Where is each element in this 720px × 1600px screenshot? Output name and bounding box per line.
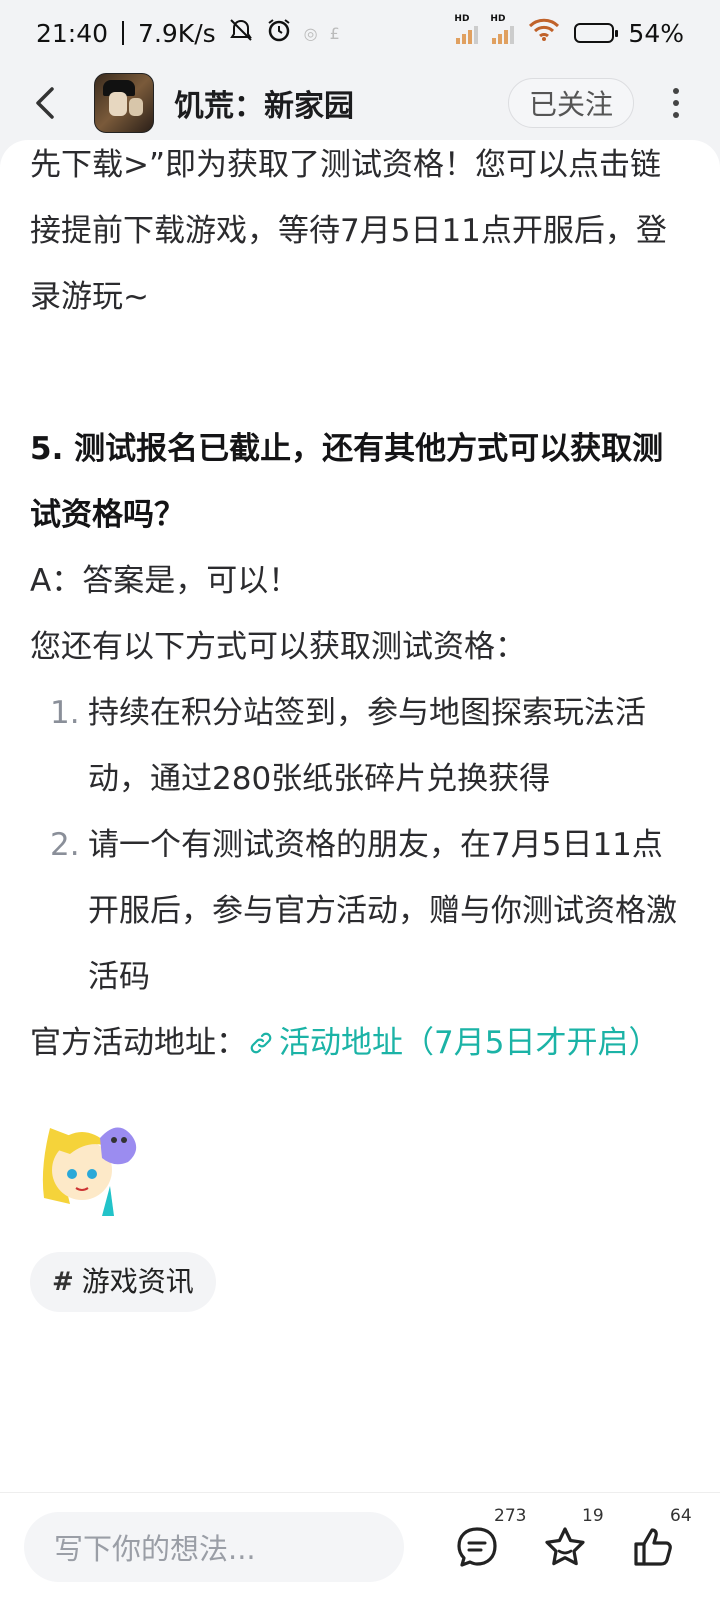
activity-link[interactable]: 活动地址（7月5日才开启） [279, 1025, 659, 1061]
topic-tag[interactable]: # 游戏资讯 [30, 1251, 216, 1312]
comment-count: 273 [494, 1505, 527, 1526]
game-title[interactable]: 饥荒：新家园 [174, 81, 354, 125]
bottom-action-bar: 写下你的想法... 273 19 64 [0, 1492, 720, 1600]
like-count: 64 [670, 1505, 692, 1526]
battery-icon [574, 23, 619, 43]
list-item: 2. 请一个有测试资格的朋友，在7月5日11点开服后，参与官方活动，赠与你测试资… [30, 812, 690, 1010]
signal-icon-2: HD [490, 14, 515, 44]
list-number: 1. [50, 695, 80, 731]
list-item: 1. 持续在积分站签到，参与地图探索玩法活动，通过280张纸张碎片兑换获得 [30, 680, 690, 812]
mute-bell-icon [228, 17, 254, 49]
list-text: 请一个有测试资格的朋友，在7月5日11点开服后，参与官方活动，赠与你测试资格激活… [88, 827, 677, 995]
question-heading: 5. 测试报名已截止，还有其他方式可以获取测试资格吗？ [30, 431, 664, 533]
favorite-count: 19 [582, 1505, 604, 1526]
paragraph: 先下载>”即为获取了测试资格！您可以点击链接提前下载游戏，等待7月5日11点开服… [30, 147, 667, 315]
topic-label: 游戏资讯 [81, 1264, 194, 1298]
dot-icon [673, 88, 679, 94]
answer-text: A：答案是，可以！ [30, 563, 300, 599]
network-speed: 7.9K/s [138, 18, 216, 48]
address-line: 官方活动地址： 活动地址（7月5日才开启） [30, 1010, 690, 1078]
more-options-button[interactable] [656, 78, 696, 128]
app-notification-icon-2: £ [329, 23, 340, 43]
dot-icon [673, 100, 679, 106]
thumbs-up-icon [634, 1527, 672, 1566]
list-number: 2. [50, 827, 80, 863]
game-avatar[interactable] [94, 73, 154, 133]
intro-text: 您还有以下方式可以获取测试资格： [30, 629, 526, 665]
link-icon [249, 1012, 273, 1078]
signal-icon: HD [454, 14, 479, 44]
favorite-button[interactable]: 19 [542, 1506, 604, 1570]
list-text: 持续在积分站签到，参与地图探索玩法活动，通过280张纸张碎片兑换获得 [88, 695, 646, 797]
emoji-sticker [30, 1108, 150, 1218]
comment-button[interactable]: 273 [454, 1506, 526, 1570]
comment-input[interactable]: 写下你的想法... [24, 1511, 404, 1582]
wifi-icon [528, 18, 560, 48]
hashtag-icon: # [52, 1266, 74, 1297]
post-content: 先下载>”即为获取了测试资格！您可以点击链接提前下载游戏，等待7月5日11点开服… [0, 140, 720, 1492]
comment-icon [457, 1526, 497, 1567]
back-button[interactable] [24, 81, 68, 125]
dot-icon [673, 112, 679, 118]
address-label: 官方活动地址： [30, 1025, 247, 1061]
battery-percent: 54% [628, 18, 684, 48]
status-time: 21:40 [36, 18, 109, 48]
status-divider [122, 21, 125, 45]
app-notification-icon: ◎ [303, 23, 318, 43]
status-bar: 21:40 7.9K/s ◎ £ HD HD 54% [0, 0, 720, 66]
follow-button[interactable]: 已关注 [507, 78, 634, 128]
like-button[interactable]: 64 [630, 1506, 692, 1570]
top-bar: 饥荒：新家园 已关注 [0, 66, 720, 140]
star-icon [545, 1526, 585, 1565]
alarm-icon [266, 17, 292, 49]
method-list: 1. 持续在积分站签到，参与地图探索玩法活动，通过280张纸张碎片兑换获得 2.… [30, 680, 690, 1010]
chevron-left-icon [36, 87, 54, 119]
